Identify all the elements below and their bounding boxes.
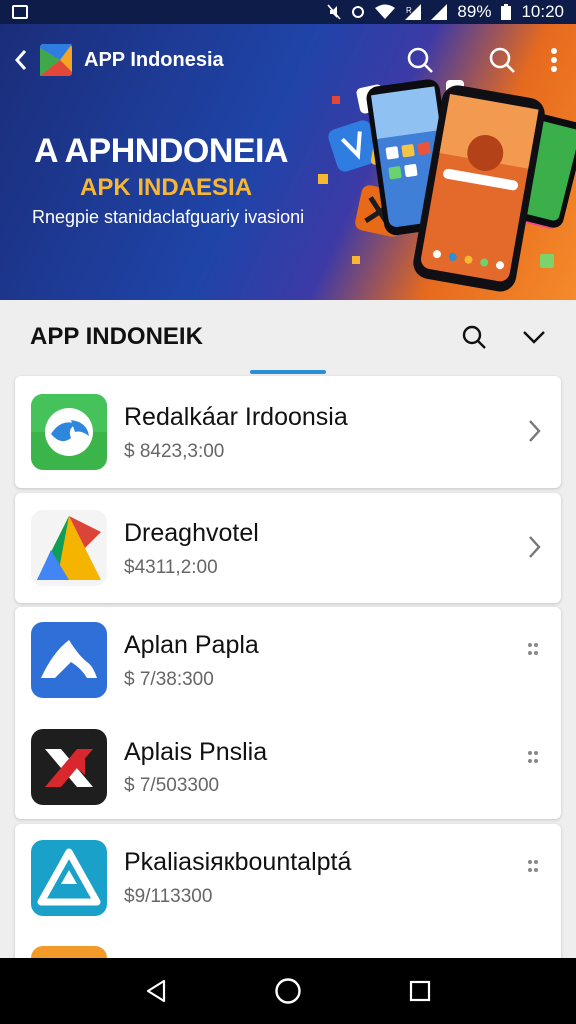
- app-card: Aplan Papla $ 7/38:300 Aplais Pnslia $ 7…: [15, 607, 561, 819]
- signal-r-icon: R: [405, 4, 422, 20]
- drag-handle[interactable]: [523, 854, 543, 878]
- app-title: APP Indonesia: [84, 48, 224, 71]
- status-bar: R 89% 10:20: [0, 0, 576, 24]
- drag-handle-icon: [528, 643, 538, 655]
- app-logo: [36, 40, 76, 80]
- mute-icon: [327, 4, 342, 20]
- chevron-down-icon: [523, 331, 545, 344]
- app-name: Redalkáar Irdoonsia: [124, 403, 348, 431]
- drag-handle-icon: [528, 751, 538, 763]
- back-triangle-icon: [146, 979, 166, 1003]
- section-search-button[interactable]: [454, 317, 494, 357]
- hero-headline: A APHNDONEIA: [34, 132, 289, 170]
- system-nav-bar: [0, 958, 576, 1024]
- app-list-item[interactable]: Dreaghvotel $4311,2:00: [15, 493, 561, 603]
- signal-icon: [431, 4, 448, 20]
- svg-text:R: R: [406, 6, 412, 15]
- app-price: $ 8423,3:00: [124, 441, 225, 462]
- app-list-item[interactable]: Redalkáar Irdoonsia $ 8423,3:00: [15, 377, 561, 487]
- app-name: Aplais Pnslia: [124, 738, 268, 766]
- chevron-left-icon: [14, 50, 27, 70]
- globe-app-icon: [31, 394, 107, 470]
- app-toolbar: APP Indonesia: [0, 38, 576, 82]
- search-button[interactable]: [398, 38, 442, 82]
- app-name: Dreaghvotel: [124, 519, 259, 547]
- search-icon: [489, 47, 515, 73]
- app-card: Dreaghvotel $4311,2:00: [15, 493, 561, 603]
- app-list-item[interactable]: Aplan Papla $ 7/38:300: [15, 607, 561, 717]
- search-alt-button[interactable]: [480, 38, 524, 82]
- partial-app-icon: [31, 946, 107, 958]
- section-expand-button[interactable]: [514, 317, 554, 357]
- nav-home-button[interactable]: [264, 967, 312, 1015]
- recents-square-icon: [409, 980, 431, 1002]
- battery-percent: 89%: [457, 2, 492, 21]
- nav-back-button[interactable]: [132, 967, 180, 1015]
- nav-recents-button[interactable]: [396, 967, 444, 1015]
- clock: 10:20: [521, 2, 564, 21]
- wave-app-icon: [31, 622, 107, 698]
- app-price: $4311,2:00: [124, 557, 218, 578]
- app-name: Pkaliasiякbountalptá: [124, 848, 352, 876]
- app-price: $ 7/503300: [124, 775, 220, 796]
- wifi-icon: [375, 4, 396, 20]
- section-header: APP INDONEIK: [0, 300, 576, 374]
- app-card: Redalkáar Irdoonsia $ 8423,3:00: [15, 376, 561, 488]
- app-list-item[interactable]: Aplais Pnslia $ 7/503300: [15, 711, 561, 821]
- app-price: $ 7/38:300: [124, 669, 214, 690]
- more-vert-icon: [551, 48, 557, 72]
- app-price: $9/113300: [124, 886, 213, 907]
- tab-indicator: [250, 370, 326, 374]
- search-icon: [407, 47, 433, 73]
- drag-handle-icon: [528, 860, 538, 872]
- triangle-app-icon: [31, 510, 107, 586]
- hero-banner: APP Indonesia A APHNDONEIA APK INDAESIA …: [0, 24, 576, 300]
- search-icon: [462, 325, 486, 349]
- hero-tagline: Rnegpie stanidaclafguariy ivasioni: [32, 207, 305, 227]
- image-notification-icon: [12, 5, 28, 19]
- section-title: APP INDONEIK: [30, 323, 203, 350]
- delta-app-icon: [31, 840, 107, 916]
- chevron-right-icon: [529, 420, 541, 442]
- drag-handle[interactable]: [523, 637, 543, 661]
- battery-icon: [501, 4, 512, 20]
- chevron-right-icon: [529, 536, 541, 558]
- alarm-icon: [351, 4, 365, 20]
- hero-subheadline: APK INDAESIA: [80, 174, 253, 201]
- open-app-button[interactable]: [521, 529, 547, 565]
- drag-handle[interactable]: [523, 745, 543, 769]
- back-button[interactable]: [6, 38, 36, 82]
- open-app-button[interactable]: [521, 413, 547, 449]
- home-circle-icon: [275, 978, 301, 1004]
- app-list-item[interactable]: Pkaliasiякbountalptá $9/113300: [15, 824, 561, 934]
- more-options-button[interactable]: [544, 38, 564, 82]
- x-app-icon: [31, 729, 107, 805]
- app-name: Aplan Papla: [124, 631, 259, 659]
